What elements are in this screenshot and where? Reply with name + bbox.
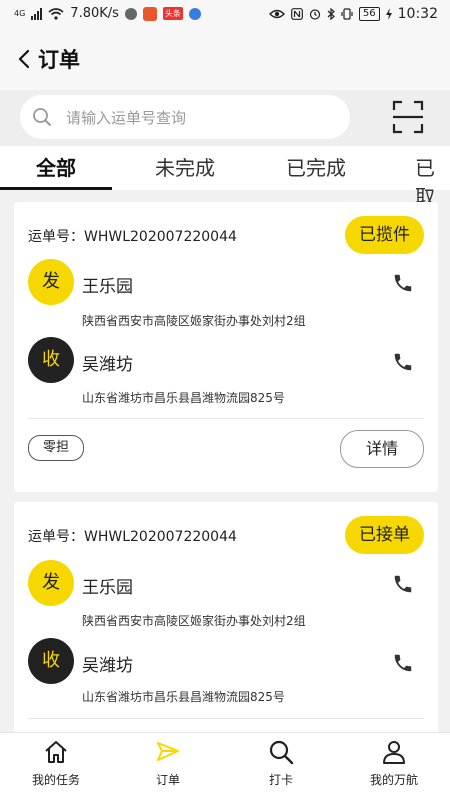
sender-name: 王乐园: [82, 578, 133, 598]
sender-name: 王乐园: [82, 277, 133, 297]
vibrate-icon: [341, 8, 353, 20]
order-card[interactable]: 运单号：WHWL202007220044 已接单 发 王乐园 陕西省西安市高陵区…: [14, 502, 438, 732]
search-bar-row: 请输入运单号查询: [0, 90, 450, 146]
clock: 10:32: [397, 6, 438, 22]
network-speed: 7.80K/s: [70, 6, 119, 21]
nfc-icon: [291, 8, 303, 20]
tab-all[interactable]: 全部: [36, 152, 76, 181]
status-badge: 已接单: [345, 516, 424, 554]
receiver-address: 山东省潍坊市昌乐县昌潍物流园825号: [82, 690, 285, 704]
news-app-badge: 头条: [162, 7, 183, 20]
tab-completed[interactable]: 已完成: [286, 152, 346, 181]
phone-icon[interactable]: [392, 573, 414, 595]
receiver-name: 吴潍坊: [82, 656, 133, 676]
nav-orders[interactable]: 订单: [118, 739, 218, 788]
send-icon: [157, 742, 179, 761]
signal-icon: [31, 7, 43, 20]
user-icon: [383, 741, 405, 764]
card-divider: [28, 418, 424, 419]
sender-tag: 发: [28, 560, 74, 606]
receiver-name: 吴潍坊: [82, 355, 133, 375]
order-tabs: 全部 未完成 已完成 已取: [0, 146, 450, 209]
receiver-tag: 收: [28, 638, 74, 684]
search-input[interactable]: 请输入运单号查询: [20, 95, 350, 139]
sender-address: 陕西省西安市高陵区姬家街办事处刘村2组: [82, 314, 306, 328]
back-arrow-icon[interactable]: [16, 46, 40, 72]
scan-icon[interactable]: [392, 100, 424, 134]
phone-icon[interactable]: [392, 272, 414, 294]
status-badge: 已揽件: [345, 216, 424, 254]
eye-icon: [268, 9, 285, 19]
nav-label: 我的万航: [369, 773, 418, 787]
nav-my-tasks[interactable]: 我的任务: [6, 739, 106, 788]
game-app-icon: [142, 6, 157, 21]
nav-label: 我的任务: [31, 773, 80, 787]
receiver-tag: 收: [28, 337, 74, 383]
alarm-icon: [309, 9, 321, 20]
bluetooth-icon: [327, 8, 335, 20]
battery-level: 56: [358, 7, 380, 21]
header: 订单: [0, 30, 450, 90]
order-card[interactable]: 运单号：WHWL202007220044 已揽件 发 王乐园 陕西省西安市高陵区…: [14, 202, 438, 492]
card-divider: [28, 718, 424, 719]
receiver-address: 山东省潍坊市昌乐县昌潍物流园825号: [82, 391, 285, 405]
waybill-number: 运单号：WHWL202007220044: [28, 529, 237, 545]
search-icon: [33, 108, 51, 126]
home-icon: [45, 741, 67, 763]
network-type: 4G: [14, 8, 26, 18]
order-list: 运单号：WHWL202007220044 已揽件 发 王乐园 陕西省西安市高陵区…: [0, 190, 450, 732]
status-bar: 4G 7.80K/s 头条 56 10:32: [0, 0, 450, 30]
sender-address: 陕西省西安市高陵区姬家街办事处刘村2组: [82, 614, 306, 628]
page-title: 订单: [38, 48, 80, 72]
music-app-icon: [188, 7, 201, 20]
phone-icon[interactable]: [392, 351, 414, 373]
waybill-number: 运单号：WHWL202007220044: [28, 229, 237, 245]
phone-icon[interactable]: [392, 652, 414, 674]
charging-icon: [385, 8, 392, 20]
tab-incomplete[interactable]: 未完成: [155, 152, 215, 181]
detail-button[interactable]: 详情: [340, 430, 424, 468]
search-icon: [269, 740, 294, 765]
nav-label: 打卡: [268, 773, 293, 787]
nav-profile[interactable]: 我的万航: [344, 739, 444, 788]
bottom-nav: 我的任务 订单 打卡 我的万航: [0, 732, 450, 801]
search-placeholder: 请输入运单号查询: [66, 109, 187, 127]
nav-check-in[interactable]: 打卡: [231, 739, 331, 788]
nav-label: 订单: [155, 773, 180, 787]
wifi-icon: [48, 7, 64, 20]
freight-type-badge: 零担: [28, 435, 85, 461]
sender-tag: 发: [28, 259, 74, 305]
app-notification-icon: [124, 7, 137, 20]
